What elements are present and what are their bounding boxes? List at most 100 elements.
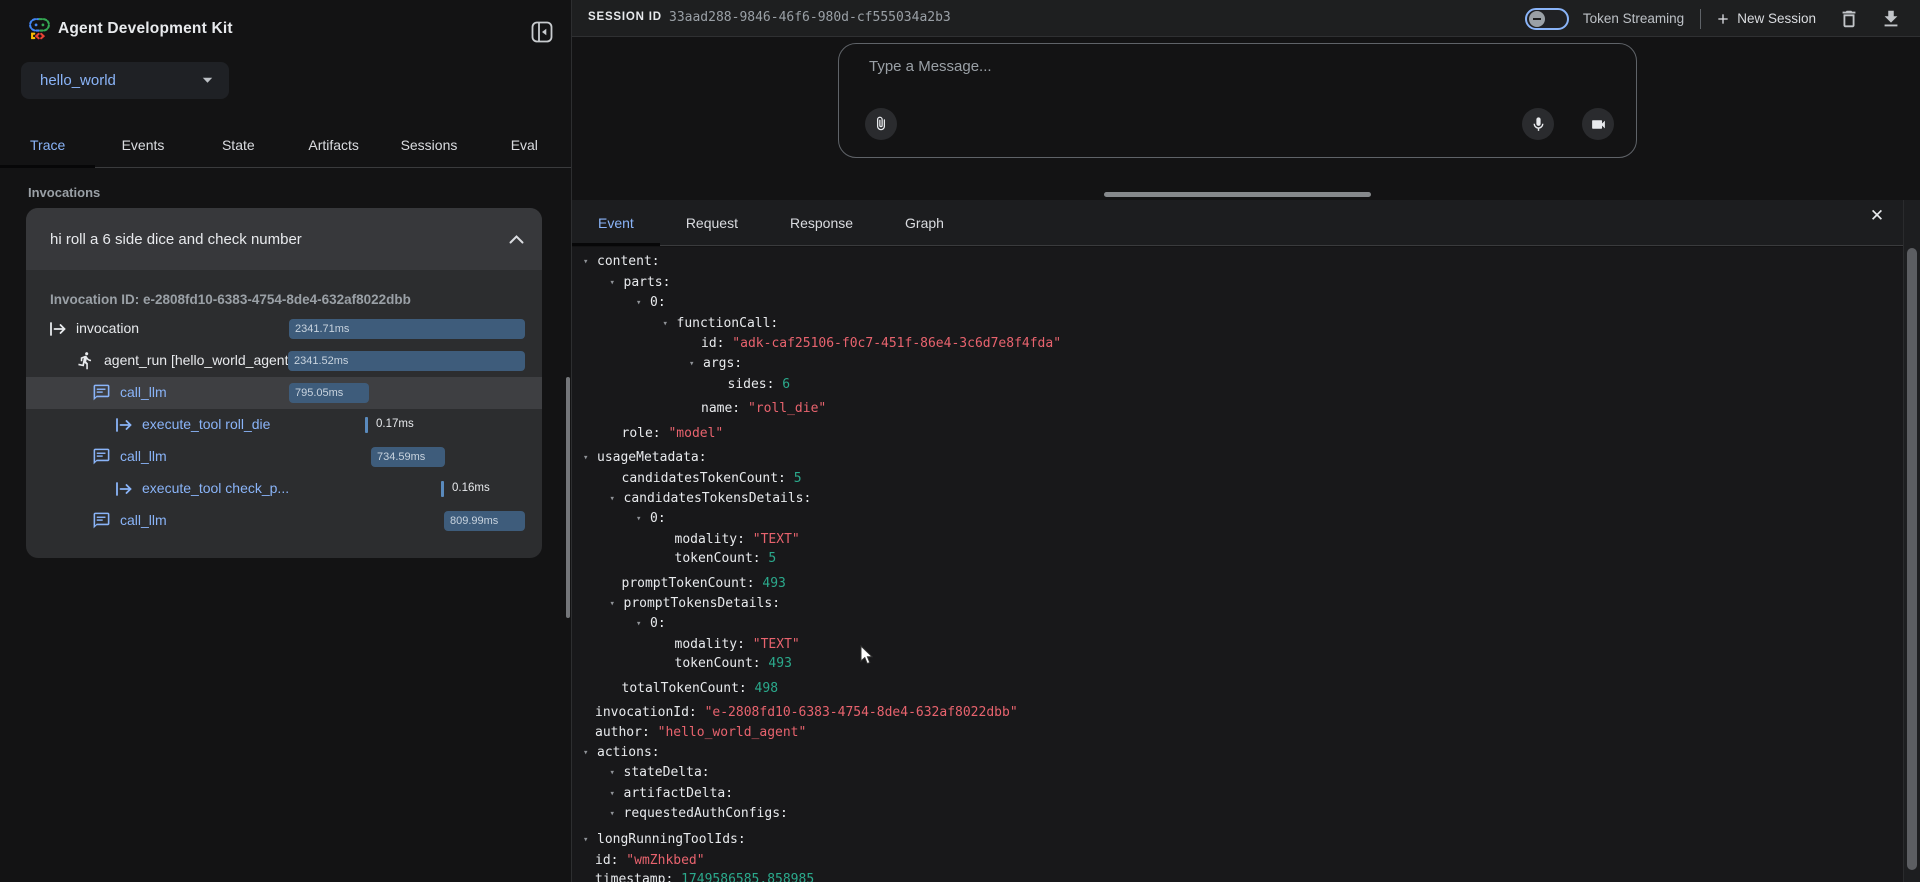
trace-duration-bar: 2341.52ms — [288, 351, 525, 371]
trace-row[interactable]: execute_tool check_p...0.16ms — [26, 473, 542, 505]
sidebar: Agent Development Kit hello_world TraceE… — [0, 0, 572, 882]
json-scrollbar-thumb[interactable] — [1907, 248, 1917, 870]
expand-triangle-icon[interactable]: ▾ — [610, 490, 624, 510]
expand-triangle-icon[interactable]: ▾ — [610, 595, 624, 615]
json-value: 493 — [755, 576, 786, 591]
video-button[interactable] — [1582, 108, 1614, 140]
json-key: args: — [703, 356, 742, 371]
expand-triangle-icon[interactable]: ▾ — [636, 510, 650, 530]
json-key: requestedAuthConfigs: — [624, 806, 788, 821]
expand-triangle-icon[interactable]: ▾ — [636, 294, 650, 314]
paperclip-icon — [872, 115, 890, 133]
expand-triangle-icon[interactable]: ▾ — [610, 805, 624, 825]
collapse-panel-icon[interactable] — [530, 20, 554, 44]
message-input[interactable] — [869, 58, 1369, 75]
start-arrow-icon — [114, 479, 134, 499]
chat-icon — [92, 511, 111, 530]
json-row: ▾0: — [583, 293, 1903, 314]
json-row: author: "hello_world_agent" — [583, 723, 1903, 743]
json-key: totalTokenCount: — [622, 681, 747, 696]
session-id-value: 33aad288-9846-46f6-980d-cf555034a2b3 — [669, 10, 951, 25]
agent-select-value: hello_world — [40, 72, 202, 89]
json-key: invocationId: — [595, 705, 697, 720]
expand-triangle-icon[interactable]: ▾ — [610, 274, 624, 294]
main-panel: SESSION ID 33aad288-9846-46f6-980d-cf555… — [572, 0, 1920, 882]
detail-tab-request[interactable]: Request — [660, 200, 764, 245]
sidebar-scrollbar[interactable] — [566, 377, 570, 618]
expand-triangle-icon[interactable]: ▾ — [636, 615, 650, 635]
expand-triangle-icon[interactable]: ▾ — [583, 744, 597, 764]
tab-trace[interactable]: Trace — [0, 122, 95, 167]
json-row: ▾longRunningToolIds: — [583, 830, 1903, 851]
json-row: modality: "TEXT" — [583, 530, 1903, 550]
tab-sessions[interactable]: Sessions — [381, 122, 476, 167]
new-session-button[interactable]: New Session — [1715, 11, 1816, 27]
tab-events[interactable]: Events — [95, 122, 190, 167]
json-key: author: — [595, 725, 650, 740]
chevron-up-icon[interactable] — [509, 235, 524, 244]
trace-duration-bar — [365, 417, 368, 433]
trace-row[interactable]: call_llm809.99ms — [26, 505, 542, 537]
message-input-box — [838, 43, 1637, 158]
json-value: "TEXT" — [745, 532, 800, 547]
start-arrow-icon — [48, 319, 68, 339]
trace-row[interactable]: agent_run [hello_world_agent]2341.52ms — [26, 345, 542, 377]
json-key: tokenCount: — [675, 656, 761, 671]
expand-triangle-icon[interactable]: ▾ — [689, 355, 703, 375]
chat-horizontal-scrollbar[interactable] — [1104, 192, 1371, 197]
expand-triangle-icon[interactable]: ▾ — [610, 785, 624, 805]
microphone-icon — [1530, 116, 1547, 133]
expand-triangle-icon[interactable]: ▾ — [610, 764, 624, 784]
trace-row[interactable]: invocation2341.71ms — [26, 313, 542, 345]
trace-row[interactable]: execute_tool roll_die0.17ms — [26, 409, 542, 441]
close-icon[interactable]: ✕ — [1864, 203, 1890, 229]
expand-triangle-icon[interactable]: ▾ — [583, 253, 597, 273]
trace-duration-bar: 2341.71ms — [289, 319, 525, 339]
json-key: longRunningToolIds: — [597, 832, 746, 847]
trace-row[interactable]: call_llm 795.05ms — [26, 377, 542, 409]
tab-artifacts[interactable]: Artifacts — [286, 122, 381, 167]
trace-duration-bar: 795.05ms — [289, 383, 369, 403]
invocation-card-header[interactable]: hi roll a 6 side dice and check number — [26, 208, 542, 270]
trace-row-label: agent_run [hello_world_agent] — [104, 352, 292, 368]
expand-triangle-icon[interactable]: ▾ — [583, 831, 597, 851]
json-value: "e-2808fd10-6383-4754-8de4-632af8022dbb" — [697, 705, 1018, 720]
json-key: candidatesTokensDetails: — [624, 491, 812, 506]
delete-session-icon[interactable] — [1838, 8, 1860, 30]
new-session-label: New Session — [1737, 11, 1816, 26]
json-row: sides: 6 — [583, 375, 1903, 395]
tab-state[interactable]: State — [191, 122, 286, 167]
trace-row[interactable]: call_llm734.59ms — [26, 441, 542, 473]
json-key: name: — [701, 401, 740, 416]
json-row: ▾promptTokensDetails: — [583, 594, 1903, 615]
token-streaming-toggle[interactable] — [1525, 8, 1569, 30]
invocation-id: Invocation ID: e-2808fd10-6383-4754-8de4… — [50, 292, 411, 307]
json-key: promptTokensDetails: — [624, 596, 781, 611]
detail-tab-response[interactable]: Response — [764, 200, 879, 245]
invocations-label: Invocations — [28, 185, 100, 200]
json-row: ▾actions: — [583, 743, 1903, 764]
attach-file-button[interactable] — [865, 108, 897, 140]
tab-eval[interactable]: Eval — [477, 122, 572, 167]
json-key: parts: — [624, 275, 671, 290]
detail-tab-event[interactable]: Event — [572, 200, 660, 245]
trace-row-label: call_llm — [120, 448, 167, 464]
toggle-knob — [1529, 11, 1545, 27]
json-row: ▾stateDelta: — [583, 763, 1903, 784]
json-row: ▾content: — [583, 252, 1903, 273]
download-icon[interactable] — [1880, 8, 1902, 30]
json-key: 0: — [650, 295, 666, 310]
json-key: modality: — [675, 532, 745, 547]
sidebar-tabs: TraceEventsStateArtifactsSessionsEval — [0, 122, 572, 168]
detail-tab-graph[interactable]: Graph — [879, 200, 970, 245]
json-row: totalTokenCount: 498 — [583, 679, 1903, 699]
expand-triangle-icon[interactable]: ▾ — [583, 449, 597, 469]
json-value: "wmZhkbed" — [618, 853, 704, 868]
microphone-button[interactable] — [1522, 108, 1554, 140]
agent-select-dropdown[interactable]: hello_world — [21, 62, 229, 99]
json-row: id: "wmZhkbed" — [583, 851, 1903, 871]
json-row: ▾candidatesTokensDetails: — [583, 489, 1903, 510]
json-value: 6 — [774, 377, 790, 392]
expand-triangle-icon[interactable]: ▾ — [663, 315, 677, 335]
trace-row-label: call_llm — [120, 384, 167, 400]
